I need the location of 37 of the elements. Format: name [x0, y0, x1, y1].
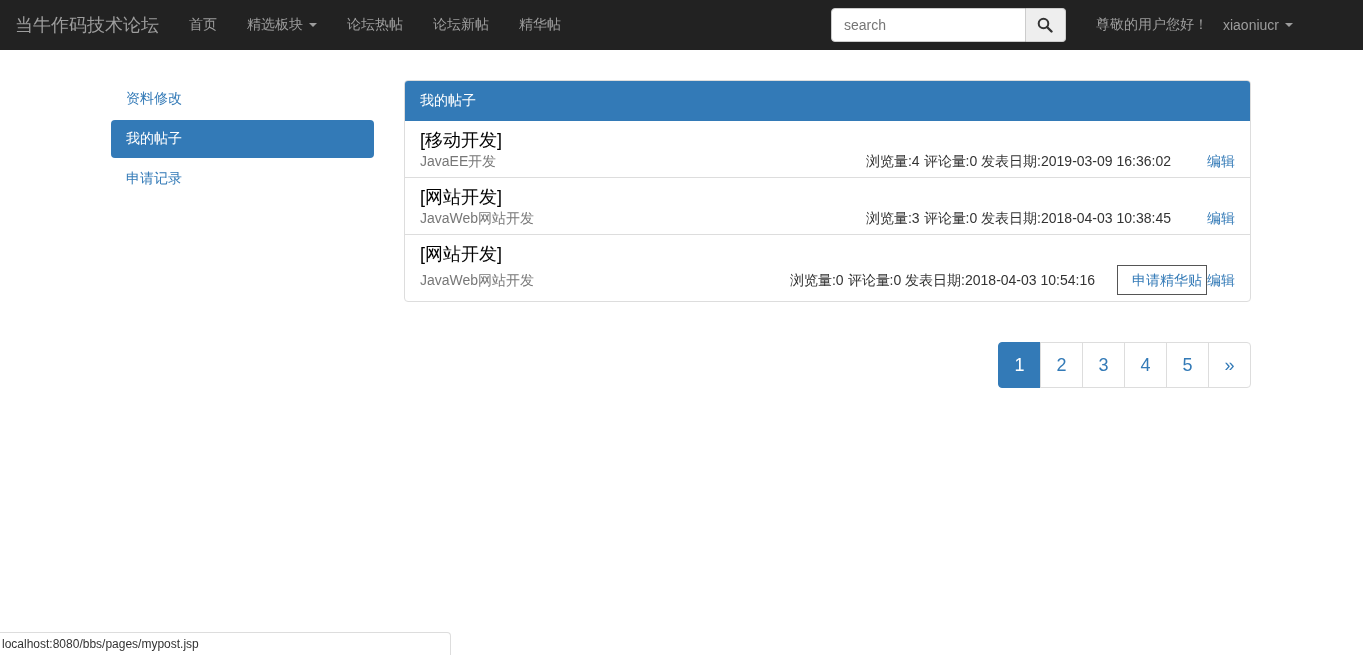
- nav-link[interactable]: 论坛热帖: [332, 16, 418, 34]
- post-category: JavaWeb网站开发: [420, 209, 536, 228]
- nav-link[interactable]: 精华帖: [504, 16, 576, 34]
- sidebar-item[interactable]: 资料修改: [111, 80, 374, 118]
- edit-link[interactable]: 编辑: [1207, 208, 1235, 228]
- search-button[interactable]: [1025, 8, 1066, 42]
- post-category: JavaEE开发: [420, 152, 498, 171]
- post-title: [网站开发]: [420, 186, 503, 208]
- status-bar: localhost:8080/bbs/pages/mypost.jsp: [0, 632, 451, 655]
- apply-link[interactable]: 申请精华贴: [1117, 265, 1207, 295]
- page-button[interactable]: 4: [1124, 342, 1167, 388]
- search-icon: [1037, 17, 1054, 33]
- sidebar-item[interactable]: 我的帖子: [111, 120, 374, 158]
- caret-icon: [1285, 23, 1293, 27]
- greeting-text: 尊敬的用户您好！: [1095, 16, 1208, 34]
- panel-title: 我的帖子: [420, 92, 476, 108]
- edit-link[interactable]: 编辑: [1207, 270, 1235, 290]
- post-stats: 浏览量:0 评论量:0 发表日期:2018-04-03 10:54:16: [789, 271, 1095, 290]
- nav-link[interactable]: 精选板块: [232, 16, 332, 34]
- post-category: JavaWeb网站开发: [420, 271, 536, 290]
- search-field[interactable]: search: [830, 8, 1026, 42]
- brand-link[interactable]: 当牛作码技术论坛: [15, 13, 159, 37]
- sidebar-item[interactable]: 申请记录: [111, 160, 374, 198]
- page-button[interactable]: 2: [1040, 342, 1083, 388]
- edit-link[interactable]: 编辑: [1207, 151, 1235, 171]
- post-title: [网站开发]: [420, 243, 503, 265]
- page-button[interactable]: 1: [998, 342, 1041, 388]
- next-page-button[interactable]: »: [1208, 342, 1251, 388]
- user-menu[interactable]: xiaoniucr: [1207, 17, 1308, 33]
- nav-link[interactable]: 首页: [174, 16, 232, 34]
- caret-icon: [309, 23, 317, 27]
- post-title: [移动开发]: [420, 129, 503, 151]
- nav-link[interactable]: 论坛新帖: [418, 16, 504, 34]
- post-stats: 浏览量:4 评论量:0 发表日期:2019-03-09 16:36:02: [865, 152, 1171, 171]
- page-button[interactable]: 5: [1166, 342, 1209, 388]
- page-button[interactable]: 3: [1082, 342, 1125, 388]
- post-stats: 浏览量:3 评论量:0 发表日期:2018-04-03 10:38:45: [865, 209, 1171, 228]
